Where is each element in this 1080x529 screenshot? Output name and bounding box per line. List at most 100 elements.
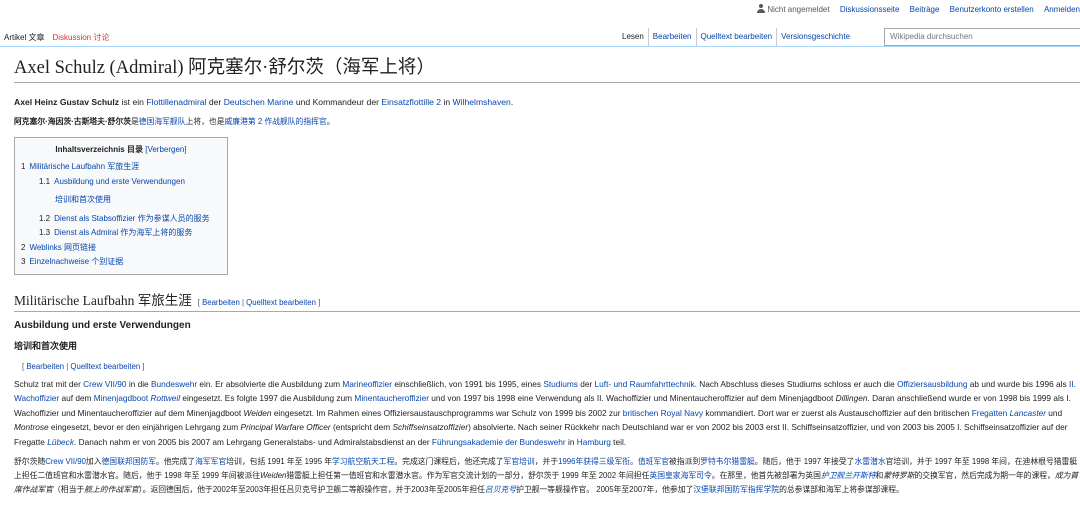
text-run: 。完成这门课程后，他还完成了 xyxy=(394,457,504,466)
lead-text: . xyxy=(510,97,514,107)
text-run: eingesetzt, bevor er den einjährigen Leh… xyxy=(48,422,241,432)
italic-text: Montrose xyxy=(14,422,49,432)
tab-edit[interactable]: Bearbeiten xyxy=(647,28,696,46)
text-run: 。他完成了 xyxy=(156,457,196,466)
lead-paragraph-cn: 阿克塞尔·海因茨·古斯塔夫·舒尔茨是德国海军舰队上将，也是威廉港第 2 作战舰队… xyxy=(14,115,1080,129)
inline-link[interactable]: 罗特韦尔猎雷艇 xyxy=(700,457,755,466)
toc-link[interactable]: Ausbildung und erste Verwendungen xyxy=(54,177,185,186)
link-flottillenadmiral[interactable]: Flottillenadmiral xyxy=(146,97,206,107)
search-input[interactable]: Wikipedia durchsuchen xyxy=(884,28,1080,46)
inline-link[interactable]: 英国皇家海军司令 xyxy=(649,471,711,480)
tab-history[interactable]: Versionsgeschichte xyxy=(776,28,854,46)
link-cn-fleet[interactable]: 德国海军舰队 xyxy=(139,117,186,126)
text-run: ein. Er absolvierte die Ausbildung zum xyxy=(197,378,343,389)
inline-link[interactable]: 水雷潜水 xyxy=(854,457,885,466)
inline-link[interactable]: 汉堡联邦国防军指挥学院 xyxy=(693,485,779,494)
inline-link[interactable]: Crew VII/90 xyxy=(83,379,126,389)
talk-link[interactable]: Diskussionsseite xyxy=(840,5,900,14)
section-edit-source-link[interactable]: Quelltext bearbeiten xyxy=(246,298,316,307)
toc-item[interactable]: 1.3 Dienst als Admiral 作为海军上将的服务 xyxy=(21,226,221,241)
subsection-edit-link[interactable]: Bearbeiten xyxy=(26,362,64,371)
text-run: 猎雷艇上担任第一值班官和水雷潜水官。作为军官交流计划的一部分，舒尔茨于 1999… xyxy=(286,471,650,480)
toc-link[interactable]: 培训和首次使用 xyxy=(55,195,111,204)
text-run: （相当于 xyxy=(52,485,85,494)
subsection-heading: Ausbildung und erste Verwendungen xyxy=(14,319,191,331)
tab-read[interactable]: Lesen xyxy=(618,28,648,46)
inline-link[interactable]: 值班军官 xyxy=(638,457,669,466)
link-cn-commander[interactable]: 指挥官 xyxy=(303,117,326,126)
link-cn-flotilla[interactable]: 威廉港第 2 作战舰队的 xyxy=(225,117,304,126)
toc-item[interactable]: 培训和首次使用 xyxy=(21,189,221,212)
link-deutsche-marine[interactable]: Deutschen Marine xyxy=(224,97,294,107)
inline-link[interactable]: 护卫舰兰开斯特 xyxy=(821,471,876,480)
link-wilhelmshaven[interactable]: Wilhelmshaven xyxy=(453,97,511,107)
toc-item[interactable]: 2 Weblinks 网页链接 xyxy=(21,241,221,256)
inline-link[interactable]: 1996年获得三级军衔 xyxy=(558,457,630,466)
inline-link[interactable]: Führungsakademie der Bundeswehr xyxy=(432,437,566,447)
toc-link[interactable]: Weblinks 网页链接 xyxy=(29,243,96,252)
tab-discussion[interactable]: Diskussion 讨论 xyxy=(48,28,113,46)
subsection-heading-cn: 培训和首次使用 xyxy=(14,340,78,351)
toc-link[interactable]: Militärische Laufbahn 军旅生涯 xyxy=(29,162,139,171)
text-run: 舒尔茨随 xyxy=(14,457,46,466)
text-run: auf dem xyxy=(59,393,94,403)
inline-link[interactable]: Fregatten xyxy=(972,408,1008,418)
inline-link[interactable]: Royal Navy xyxy=(661,408,703,418)
text-run: 。 xyxy=(630,457,638,466)
toc-link[interactable]: Einzelnachweise 个别证据 xyxy=(29,257,123,266)
inline-link[interactable]: Hamburg xyxy=(577,437,611,447)
login-link[interactable]: Anmelden xyxy=(1044,5,1080,14)
inline-link[interactable]: Studiums xyxy=(543,379,578,389)
text-run: . Nach Abschluss dieses Studiums schloss… xyxy=(694,378,898,389)
inline-link[interactable]: Crew VII/90 xyxy=(45,457,86,466)
view-tabs: Lesen Bearbeiten Quelltext bearbeiten Ve… xyxy=(618,28,854,46)
toc-item[interactable]: 3 Einzelnachweise 个别证据 xyxy=(21,255,221,270)
inline-link[interactable]: Minenjagdboot xyxy=(94,393,148,403)
text-run: in xyxy=(565,436,577,447)
contributions-link[interactable]: Beiträge xyxy=(910,5,940,14)
text-run: . Danach nahm er von 2005 bis 2007 am Le… xyxy=(73,436,432,447)
inline-link[interactable]: Bundeswehr xyxy=(151,379,197,389)
tab-edit-source[interactable]: Quelltext bearbeiten xyxy=(695,28,777,46)
toc-item[interactable]: 1.1 Ausbildung und erste Verwendungen xyxy=(21,175,221,190)
inline-link[interactable]: britischen xyxy=(623,408,659,418)
inline-link[interactable]: 学习航空航天工程 xyxy=(332,457,394,466)
inline-link[interactable]: Offiziersausbildung xyxy=(897,379,967,389)
inline-link[interactable]: Lancaster xyxy=(1010,408,1046,418)
text-run: teil. xyxy=(610,436,627,447)
inline-link[interactable]: 海军军官 xyxy=(195,457,226,466)
inline-link[interactable]: Luft- und Raumfahrttechnik xyxy=(595,379,695,389)
create-account-link[interactable]: Benutzerkonto erstellen xyxy=(950,5,1034,14)
toc-item[interactable]: 1.2 Dienst als Stabsoffizier 作为参谋人员的服务 xyxy=(21,212,221,227)
toc-toggle[interactable]: [Verbergen] xyxy=(145,145,186,154)
subsection-edit-source-link[interactable]: Quelltext bearbeiten xyxy=(70,362,140,371)
italic-text: Schiffseinsatzoffizier xyxy=(392,422,469,432)
page-title: Axel Schulz (Admiral) 阿克塞尔·舒尔茨（海军上将） xyxy=(14,56,1080,83)
toc-number: 1.1 xyxy=(39,176,51,186)
section-edit-links: [ Bearbeiten | Quelltext bearbeiten ] xyxy=(197,297,321,307)
toc-item[interactable]: 1 Militärische Laufbahn 军旅生涯 xyxy=(21,160,221,175)
inline-link[interactable]: 军官培训 xyxy=(504,457,535,466)
text-run: in die xyxy=(126,378,151,389)
toc-link[interactable]: Dienst als Admiral 作为海军上将的服务 xyxy=(54,228,192,237)
link-einsatzflottille[interactable]: Einsatzflottille 2 xyxy=(381,97,441,107)
lead-text: ist ein xyxy=(119,97,147,107)
lead-cn-text: 是 xyxy=(130,117,139,126)
article-content: Axel Schulz (Admiral) 阿克塞尔·舒尔茨（海军上将） Axe… xyxy=(14,56,1080,497)
tab-article[interactable]: Artikel 文章 xyxy=(0,28,49,46)
italic-text: 蒙特罗斯 xyxy=(883,471,915,480)
inline-link[interactable]: Lübeck xyxy=(47,437,74,447)
italic-text: Weiden xyxy=(260,471,287,480)
text-run: einschließlich, von 1991 bis 1995, eines xyxy=(392,378,544,389)
italic-text: Weiden xyxy=(243,407,272,418)
inline-link[interactable]: 吕贝克号 xyxy=(485,485,516,494)
text-run: eingesetzt. Im Rahmen eines Offiziersaus… xyxy=(271,407,623,418)
section-edit-link[interactable]: Bearbeiten xyxy=(202,298,240,307)
inline-link[interactable]: Minentaucheroffizier xyxy=(354,393,429,403)
inline-link[interactable]: Rottweil xyxy=(151,393,181,403)
toc-link[interactable]: Dienst als Stabsoffizier 作为参谋人员的服务 xyxy=(54,214,209,223)
text-run: 护卫舰一等舰操作官。 2005年至2007年，他参加了 xyxy=(516,485,694,494)
toc-number: 1.2 xyxy=(39,213,51,223)
inline-link[interactable]: 德国联邦国防军 xyxy=(102,457,157,466)
inline-link[interactable]: Marineoffizier xyxy=(342,379,392,389)
